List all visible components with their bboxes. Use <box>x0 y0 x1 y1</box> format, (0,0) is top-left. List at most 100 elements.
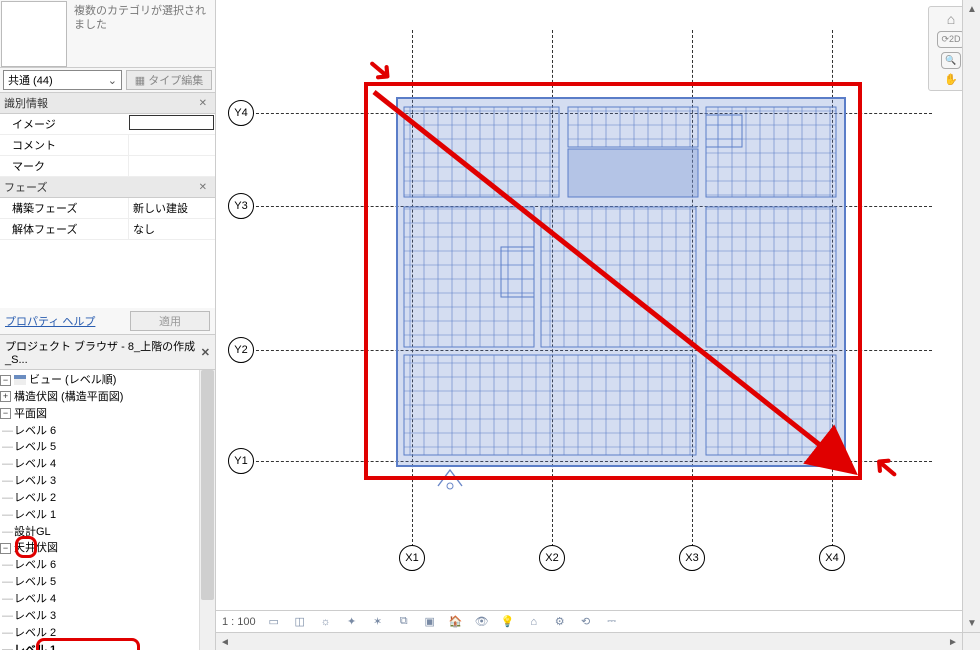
grid-head-x2[interactable]: X2 <box>539 545 565 571</box>
expand-toggle-icon[interactable]: + <box>0 391 11 402</box>
row-mark-value[interactable] <box>128 156 215 176</box>
view-scale[interactable]: 1 : 100 <box>222 616 256 628</box>
grid-head-x3[interactable]: X3 <box>679 545 705 571</box>
collapse-toggle-icon[interactable]: − <box>0 408 11 419</box>
scroll-left-icon[interactable]: ◄ <box>217 634 233 650</box>
tree-dash-icon: — <box>2 474 8 489</box>
tree-dash-icon: — <box>2 575 8 590</box>
grid-head-y4[interactable]: Y4 <box>228 100 254 126</box>
row-comment[interactable]: コメント <box>0 135 215 156</box>
tree-ceiling-lvl3-label: レベル 3 <box>14 610 56 622</box>
highlight-displacement-icon[interactable]: ⟲ <box>578 614 594 630</box>
collapse-icon: ✕ <box>199 98 211 109</box>
reveal-constraints-icon[interactable]: ⎓ <box>604 614 620 630</box>
row-phase-demolished[interactable]: 解体フェーズなし <box>0 219 215 240</box>
group-identity-header[interactable]: 識別情報✕ <box>0 93 215 114</box>
horizontal-scrollbar[interactable]: ◄ ► <box>216 632 962 650</box>
annotation-selection-frame <box>364 82 862 480</box>
project-browser-tree[interactable]: −ビュー (レベル順) +構造伏図 (構造平面図) −平面図 —レベル 6 —レ… <box>0 370 215 650</box>
tree-floor-lvl1[interactable]: —レベル 1 <box>0 507 215 524</box>
tree-floor-lvl4-label: レベル 4 <box>14 458 56 470</box>
row-phase-created-value[interactable]: 新しい建設 <box>128 198 215 218</box>
close-icon[interactable]: ✕ <box>201 346 210 359</box>
multi-category-message: 複数のカテゴリが選択されました <box>68 0 215 67</box>
edit-type-button[interactable]: ▦ タイプ編集 <box>126 70 212 90</box>
properties-header: 複数のカテゴリが選択されました <box>0 0 215 68</box>
reveal-hidden-icon[interactable]: 💡 <box>500 614 516 630</box>
scroll-up-icon[interactable]: ▲ <box>964 1 980 17</box>
row-image-value[interactable] <box>129 115 214 130</box>
rendering-icon[interactable]: ✶ <box>370 614 386 630</box>
tree-floor-lvl2[interactable]: —レベル 2 <box>0 490 215 507</box>
tree-floor-lvl6-label: レベル 6 <box>14 425 56 437</box>
tree-floor-lvl4[interactable]: — レベル 4 <box>0 456 215 473</box>
row-mark-label: マーク <box>0 156 128 176</box>
grid-head-y2[interactable]: Y2 <box>228 337 254 363</box>
apply-button[interactable]: 適用 <box>130 311 210 331</box>
annotation-arrow-bottom-right: ➜ <box>862 444 910 493</box>
tree-floor-plans[interactable]: −平面図 <box>0 406 215 423</box>
tree-floor-lvl6[interactable]: —レベル 6 <box>0 423 215 440</box>
group-phase-header[interactable]: フェーズ✕ <box>0 177 215 198</box>
home-icon[interactable]: ⌂ <box>947 11 955 27</box>
group-phase-label: フェーズ <box>4 179 47 195</box>
tree-ceiling-lvl3[interactable]: — レベル 3 <box>0 608 215 625</box>
grid-head-y1[interactable]: Y1 <box>228 448 254 474</box>
show-crop-region-icon[interactable]: ▣ <box>422 614 438 630</box>
annotation-highlight-level1 <box>36 638 140 650</box>
properties-whitespace <box>0 240 215 308</box>
tree-dash-icon: — <box>2 592 8 607</box>
tree-ceiling-lvl5[interactable]: — レベル 5 <box>0 574 215 591</box>
scrollbar-corner <box>962 632 980 650</box>
lock-3d-icon[interactable]: 🏠 <box>448 614 464 630</box>
tree-ceiling-lvl4[interactable]: —レベル 4 <box>0 591 215 608</box>
tree-ceiling-lvl6[interactable]: —レベル 6 <box>0 557 215 574</box>
row-comment-value[interactable] <box>128 135 215 155</box>
tree-dash-icon: — <box>2 643 8 650</box>
tree-floor-lvl3[interactable]: —レベル 3 <box>0 473 215 490</box>
analytical-icon[interactable]: ⚙ <box>552 614 568 630</box>
zoom-region-icon[interactable]: 🔍 <box>941 52 960 69</box>
properties-footer: プロパティ ヘルプ 適用 <box>0 308 215 334</box>
tree-floor-lvl2-label: レベル 2 <box>14 492 56 504</box>
grid-head-y3[interactable]: Y3 <box>228 193 254 219</box>
sun-path-icon[interactable]: ☼ <box>318 614 334 630</box>
worksharing-icon[interactable]: ⌂ <box>526 614 542 630</box>
view-2d-badge[interactable]: ⟳2D <box>937 31 964 48</box>
tree-scrollbar[interactable] <box>199 370 215 650</box>
tree-structural-plans[interactable]: +構造伏図 (構造平面図) <box>0 389 215 406</box>
collapse-toggle-icon[interactable]: − <box>0 543 11 554</box>
project-browser-header[interactable]: プロジェクト ブラウザ - 8_上階の作成_S... ✕ <box>0 334 215 370</box>
row-phase-created[interactable]: 構築フェーズ新しい建設 <box>0 198 215 219</box>
grid-head-x1[interactable]: X1 <box>399 545 425 571</box>
tree-dash-icon: — <box>2 457 8 472</box>
temp-hide-icon[interactable]: 👁 <box>474 614 490 630</box>
grid-head-x4[interactable]: X4 <box>819 545 845 571</box>
view-surface[interactable]: Y4 Y3 Y2 Y1 X1 X2 X3 X4 <box>216 0 962 632</box>
collapse-toggle-icon[interactable]: − <box>0 375 11 386</box>
pan-icon[interactable]: ✋ <box>944 73 958 86</box>
row-image[interactable]: イメージ <box>0 114 215 135</box>
row-mark[interactable]: マーク <box>0 156 215 177</box>
tree-scroll-thumb[interactable] <box>201 370 214 600</box>
detail-level-icon[interactable]: ▭ <box>266 614 282 630</box>
grid-head-x3-label: X3 <box>685 552 698 564</box>
type-preview-thumbnail[interactable] <box>1 1 67 67</box>
tree-root-views[interactable]: −ビュー (レベル順) <box>0 372 215 389</box>
tree-ceiling-lvl1[interactable]: —レベル 1 <box>0 642 215 650</box>
scroll-right-icon[interactable]: ► <box>945 634 961 650</box>
category-filter-dropdown[interactable]: 共通 (44) <box>3 70 122 90</box>
tree-ceiling-lvl5-label: レベル 5 <box>14 576 56 588</box>
view-control-bar: 1 : 100 ▭ ◫ ☼ ✦ ✶ ⧉ ▣ 🏠 👁 💡 ⌂ ⚙ ⟲ ⎓ <box>216 610 962 632</box>
scroll-down-icon[interactable]: ▼ <box>964 615 980 631</box>
row-phase-demolished-value[interactable]: なし <box>128 219 215 239</box>
properties-help-link[interactable]: プロパティ ヘルプ <box>5 313 95 329</box>
vertical-scrollbar[interactable]: ▲ ▼ <box>962 0 980 632</box>
tree-dash-icon: — <box>2 609 8 624</box>
row-comment-label: コメント <box>0 135 128 155</box>
model-graphics-icon[interactable]: ◫ <box>292 614 308 630</box>
tree-floor-lvl5[interactable]: —レベル 5 <box>0 439 215 456</box>
crop-view-icon[interactable]: ⧉ <box>396 614 412 630</box>
shadows-icon[interactable]: ✦ <box>344 614 360 630</box>
tree-ceiling-plans[interactable]: −天井伏図 <box>0 540 215 557</box>
